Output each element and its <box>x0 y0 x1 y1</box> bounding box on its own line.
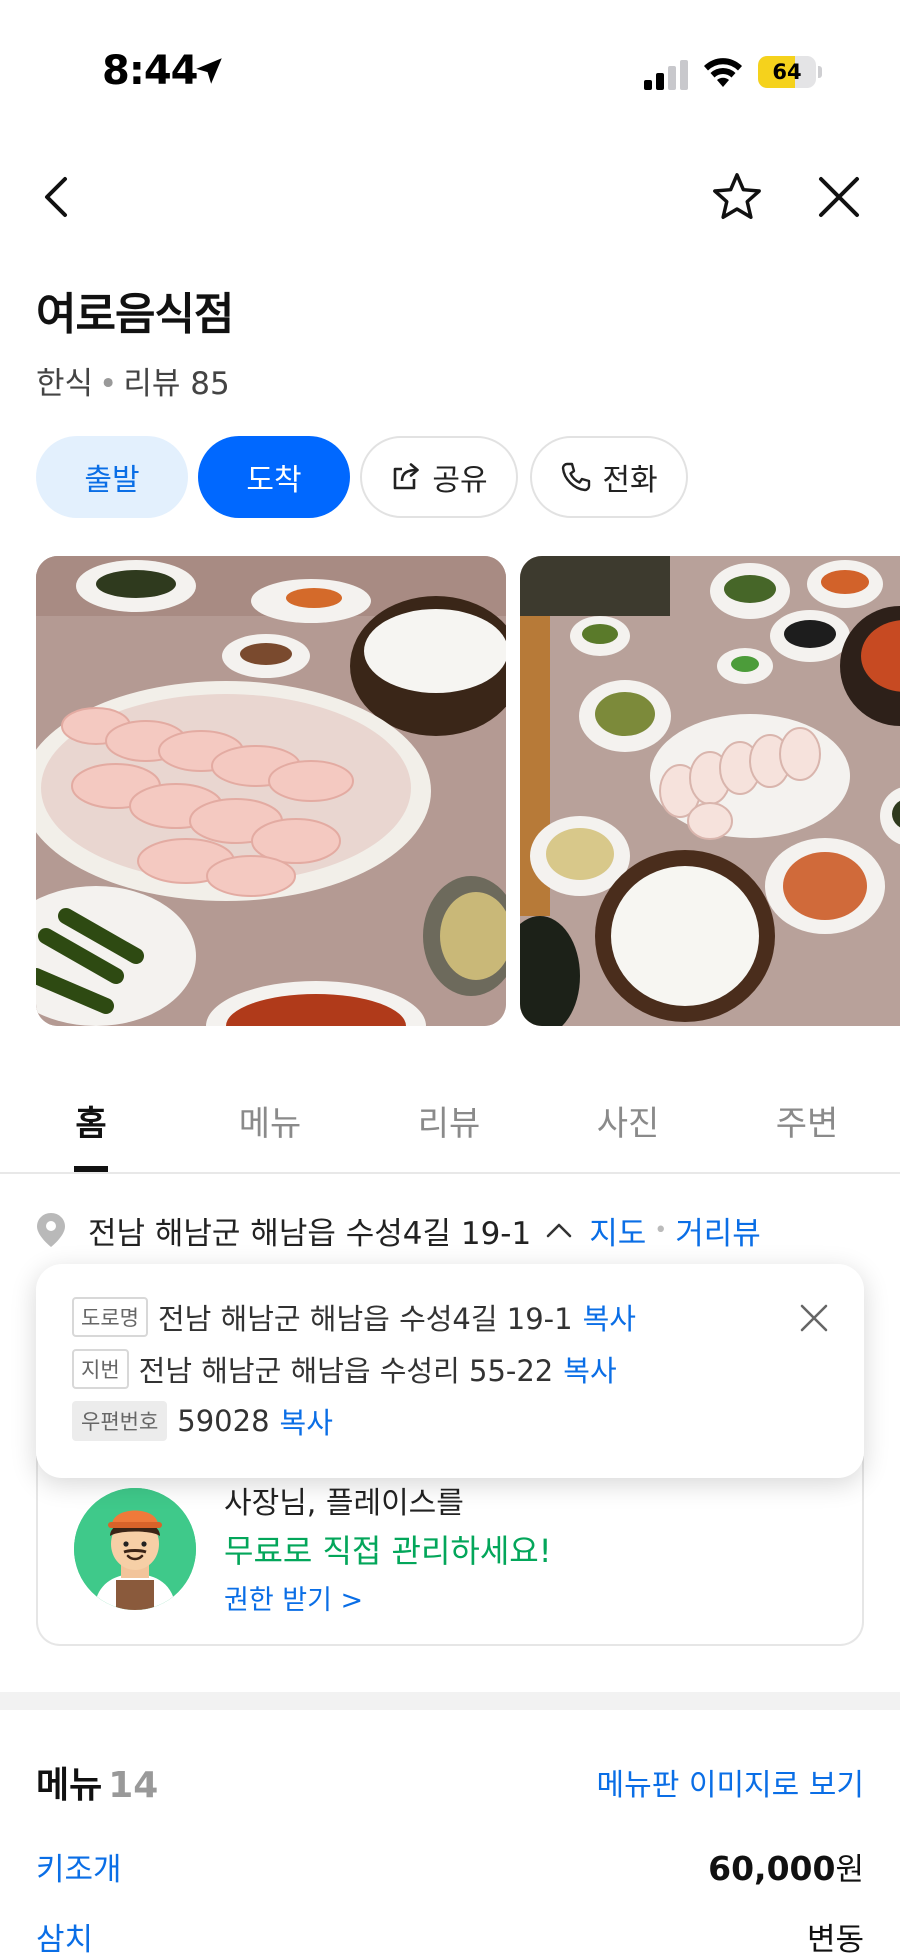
road-address-tag: 도로명 <box>72 1297 148 1337</box>
lot-address-line: 지번 전남 해남군 해남읍 수성리 55-22 복사 <box>72 1348 617 1390</box>
place-photo-2[interactable] <box>520 556 900 1026</box>
phone-icon <box>562 462 591 492</box>
copy-lot-address-button[interactable]: 복사 <box>563 1348 616 1390</box>
tab-photos[interactable]: 사진 <box>597 1096 660 1145</box>
zip-code-line: 우편번호 59028 복사 <box>72 1400 333 1442</box>
menu-section-title: 메뉴 14 <box>36 1756 158 1808</box>
lot-address: 전남 해남군 해남읍 수성리 55-22 <box>138 1354 554 1388</box>
tab-nearby[interactable]: 주변 <box>776 1096 839 1145</box>
review-count[interactable]: 리뷰 85 <box>123 366 229 402</box>
chevron-left-icon <box>45 177 67 217</box>
place-category: 한식 <box>36 366 94 402</box>
tab-bar: 홈 메뉴 리뷰 사진 주변 <box>0 1066 900 1174</box>
menu-count: 14 <box>108 1765 159 1806</box>
menu-item[interactable]: 키조개 60,000원 <box>36 1844 864 1889</box>
chevron-up-icon[interactable] <box>545 1221 573 1239</box>
share-icon <box>394 463 420 490</box>
owner-avatar <box>74 1488 196 1610</box>
depart-button[interactable]: 출발 <box>36 436 188 518</box>
location-arrow-icon <box>196 58 222 84</box>
get-permission-link[interactable]: 권한 받기 > <box>224 1578 363 1617</box>
place-meta: 한식 • 리뷰 85 <box>36 366 230 402</box>
menu-title: 메뉴 <box>36 1765 103 1806</box>
battery-percent: 64 <box>772 60 802 84</box>
copy-road-address-button[interactable]: 복사 <box>583 1296 636 1338</box>
address-summary[interactable]: 전남 해남군 해남읍 수성4길 19-1 <box>88 1208 531 1253</box>
sashimi-platter-image <box>36 556 506 1026</box>
menu-item-name[interactable]: 삼치 <box>36 1914 93 1957</box>
menu-item-name[interactable]: 키조개 <box>36 1844 122 1889</box>
section-divider <box>0 1692 900 1710</box>
menu-item-price-unit: 원 <box>835 1852 864 1888</box>
call-button[interactable]: 전화 <box>530 436 688 518</box>
owner-promo-line2: 무료로 직접 관리하세요! <box>224 1532 552 1570</box>
owner-promo-card[interactable]: 사장님, 플레이스를 무료로 직접 관리하세요! 권한 받기 > <box>36 1456 864 1646</box>
wifi-icon <box>704 58 742 87</box>
call-label: 전화 <box>602 463 658 498</box>
menu-item[interactable]: 삼치 변동 <box>36 1914 864 1957</box>
cellular-signal-icon <box>644 60 688 90</box>
active-tab-indicator <box>74 1166 108 1172</box>
address-row: 전남 해남군 해남읍 수성4길 19-1 지도 • 거리뷰 <box>36 1206 761 1254</box>
korean-meal-spread-image <box>520 556 900 1026</box>
arrive-button[interactable]: 도착 <box>198 436 350 518</box>
tab-home[interactable]: 홈 <box>75 1096 106 1145</box>
star-icon <box>713 173 761 219</box>
link-separator: • <box>654 1217 668 1243</box>
place-photo-1[interactable] <box>36 556 506 1026</box>
arrive-label: 도착 <box>246 463 302 498</box>
close-popup-icon[interactable] <box>796 1300 832 1336</box>
zip-code-tag: 우편번호 <box>72 1401 168 1441</box>
lot-address-tag: 지번 <box>72 1349 129 1389</box>
back-button[interactable] <box>30 170 84 224</box>
map-pin-icon <box>37 1213 65 1247</box>
share-label: 공유 <box>432 463 488 498</box>
map-link[interactable]: 지도 <box>589 1208 646 1253</box>
shop-owner-illustration <box>74 1488 196 1610</box>
roadview-link[interactable]: 거리뷰 <box>675 1208 761 1253</box>
battery-indicator: 64 <box>758 56 822 88</box>
address-detail-popup: 도로명 전남 해남군 해남읍 수성4길 19-1 복사 지번 전남 해남군 해남… <box>36 1264 864 1478</box>
road-address: 전남 해남군 해남읍 수성4길 19-1 <box>157 1302 573 1336</box>
status-time: 8:44 <box>102 48 198 94</box>
road-address-line: 도로명 전남 해남군 해남읍 수성4길 19-1 복사 <box>72 1296 636 1338</box>
tab-menu[interactable]: 메뉴 <box>239 1096 302 1145</box>
close-icon <box>819 177 859 217</box>
menu-image-view-link[interactable]: 메뉴판 이미지로 보기 <box>597 1760 864 1804</box>
tab-reviews[interactable]: 리뷰 <box>418 1096 481 1145</box>
menu-item-price: 60,000원 <box>708 1844 864 1889</box>
place-name: 여로음식점 <box>36 289 234 340</box>
owner-promo-line1: 사장님, 플레이스를 <box>224 1486 464 1521</box>
close-button[interactable] <box>812 170 866 224</box>
depart-label: 출발 <box>84 463 140 498</box>
menu-item-price: 변동 <box>806 1922 864 1957</box>
favorite-button[interactable] <box>710 170 764 224</box>
status-bar: 8:44 64 <box>0 0 900 120</box>
copy-zip-code-button[interactable]: 복사 <box>280 1400 333 1442</box>
zip-code: 59028 <box>177 1404 270 1438</box>
menu-item-price-value: 60,000 <box>708 1849 836 1888</box>
share-button[interactable]: 공유 <box>360 436 518 518</box>
